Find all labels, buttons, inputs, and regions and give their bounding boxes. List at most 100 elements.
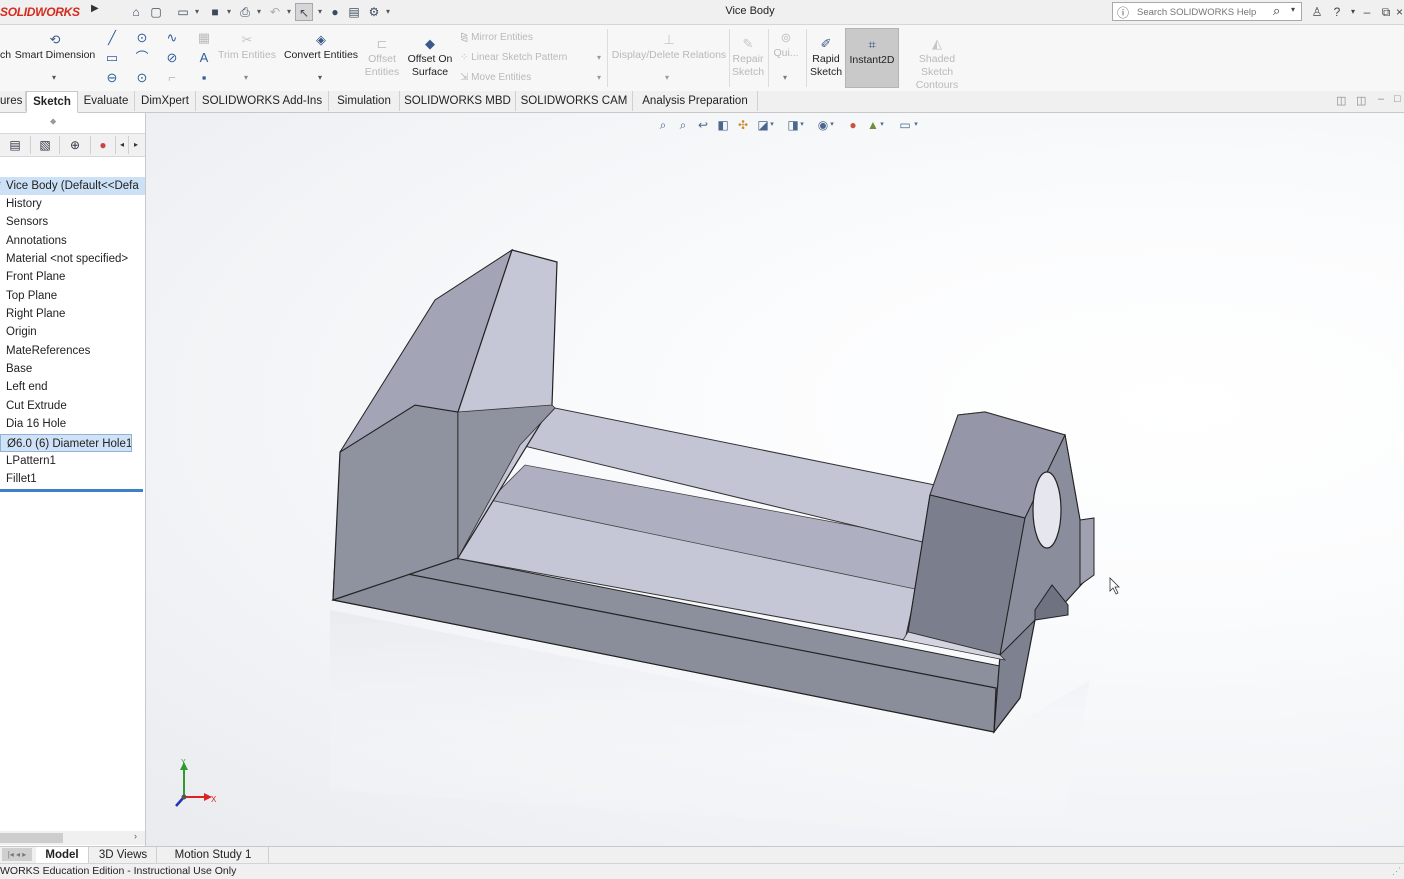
tree-item-origin[interactable]: ,Origin <box>0 323 145 341</box>
tree-item-sensors[interactable]: )Sensors <box>0 213 145 231</box>
options-dropdown-icon[interactable]: ▾ <box>383 3 393 21</box>
configuration-manager-icon[interactable]: ⊕ <box>60 136 91 154</box>
options-gear-icon[interactable]: ⚙ <box>365 3 383 21</box>
menu-expand-arrow-icon[interactable]: ▶ <box>91 3 101 21</box>
new-document-icon[interactable]: ▢ <box>147 3 165 21</box>
mirror-entities-button[interactable]: ⧎ Mirror Entities <box>460 32 533 43</box>
tree-item-cut-extrude[interactable]: ▏Cut Extrude <box>0 397 145 415</box>
tab-dimxpert[interactable]: DimXpert <box>135 91 196 111</box>
open-folder-icon[interactable]: ▭ <box>174 3 192 21</box>
close-window-icon[interactable]: × <box>1395 3 1404 21</box>
tree-item-material[interactable]: ▏Material <not specified> <box>0 250 145 268</box>
tab-3d-views[interactable]: 3D Views <box>90 847 157 863</box>
arc-icon[interactable]: ⌒ <box>134 50 150 66</box>
smart-dimension-dropdown-icon[interactable]: ▾ <box>52 73 56 82</box>
tab-solidworks-cam[interactable]: SOLIDWORKS CAM <box>516 91 633 111</box>
tree-item-root[interactable]: * Vice Body (Default<<Defa <box>0 177 145 195</box>
offset-on-surface-button[interactable]: ◆ Offset On Surface <box>404 37 456 79</box>
search-icon[interactable]: ⌕ <box>1273 3 1280 19</box>
tree-item-left-end[interactable]: )Left end <box>0 378 145 396</box>
tab-analysis-preparation[interactable]: Analysis Preparation <box>633 91 758 111</box>
relations-dropdown-icon[interactable]: ▾ <box>665 73 669 82</box>
help-search-input[interactable] <box>1135 4 1279 21</box>
rectangle-icon[interactable]: ▭ <box>104 50 120 66</box>
slot-icon[interactable]: ⊖ <box>104 70 120 86</box>
save-icon[interactable]: ■ <box>206 3 224 21</box>
tree-item-dia-16-hole[interactable]: ▏Dia 16 Hole <box>0 415 145 433</box>
print-icon[interactable]: ⎙ <box>236 3 254 21</box>
property-manager-icon[interactable]: ▧ <box>31 136 60 154</box>
doc-minimize-icon[interactable]: – <box>1378 93 1384 105</box>
tile-horizontal-icon[interactable]: ◫ <box>1336 94 1346 107</box>
linear-sketch-pattern-button[interactable]: ⁘ Linear Sketch Pattern <box>460 52 567 63</box>
tab-simulation[interactable]: Simulation <box>329 91 400 111</box>
surface-spline-icon[interactable]: ▦ <box>196 30 212 46</box>
shaded-sketch-contours-button[interactable]: ◭ Shaded Sketch Contours <box>902 37 972 92</box>
tree-item-front-plane[interactable]: Front Plane <box>0 268 145 286</box>
feature-tree-icon[interactable]: ▤ <box>0 136 31 154</box>
file-properties-icon[interactable]: ▤ <box>345 3 363 21</box>
search-dropdown-icon[interactable]: ▾ <box>1291 5 1295 14</box>
panel-scroll-right-icon[interactable]: ▸ <box>130 136 142 154</box>
move-entities-button[interactable]: ⇲ Move Entities <box>460 72 531 83</box>
print-dropdown-icon[interactable]: ▾ <box>254 3 264 21</box>
scroll-right-icon[interactable]: › <box>134 831 137 841</box>
smart-dimension-button[interactable]: ⟲ Smart Dimension <box>12 33 98 62</box>
tree-item-lpattern1[interactable]: ▏LPattern1 <box>0 452 145 470</box>
panel-horizontal-scrollbar[interactable]: › <box>0 831 145 845</box>
tab-solidworks-mbd[interactable]: SOLIDWORKS MBD <box>400 91 516 111</box>
display-delete-relations-button[interactable]: ⊥ Display/Delete Relations <box>610 33 728 62</box>
graphics-area[interactable]: ⌕ ⌕ ↩ ◧ ✣ ◪ ▾ ◨ ▾ ◉ ▾ ● ▲ ▾ ▭ ▾ <box>146 113 1404 846</box>
tree-item-history[interactable]: )History <box>0 195 145 213</box>
centerline-icon[interactable]: ⌐ <box>164 70 180 86</box>
quick-snaps-dropdown-icon[interactable]: ▾ <box>783 73 787 82</box>
fillet-sketch-icon[interactable]: ⊙ <box>134 70 150 86</box>
tree-item-top-plane[interactable]: Top Plane <box>0 287 145 305</box>
circle-icon[interactable]: ⊙ <box>134 30 150 46</box>
tab-sketch[interactable]: Sketch <box>26 91 78 113</box>
user-icon[interactable]: ♙ <box>1308 3 1326 21</box>
save-dropdown-icon[interactable]: ▾ <box>224 3 234 21</box>
tab-evaluate[interactable]: Evaluate <box>78 91 135 111</box>
help-search-box[interactable]: ⓘ ⌕ ▾ <box>1112 2 1302 21</box>
undo-icon[interactable]: ↶ <box>266 3 284 21</box>
tab-solidworks-add-ins[interactable]: SOLIDWORKS Add-Ins <box>196 91 329 111</box>
doc-restore-icon[interactable]: □ <box>1394 93 1401 105</box>
tree-item-right-plane[interactable]: Right Plane <box>0 305 145 323</box>
quick-snaps-button[interactable]: ⊚ Qui... <box>770 31 802 60</box>
tab-motion-study-1[interactable]: Motion Study 1 <box>158 847 269 863</box>
tab-model[interactable]: Model <box>36 847 89 863</box>
trim-dropdown-icon[interactable]: ▾ <box>244 73 248 82</box>
tree-item-base[interactable]: )Base <box>0 360 145 378</box>
tree-item-annotations[interactable]: )Annotations <box>0 232 145 250</box>
point-icon[interactable]: ▪ <box>196 70 212 86</box>
rapid-sketch-button[interactable]: ✐ Rapid Sketch <box>808 37 844 79</box>
convert-entities-button[interactable]: ◈ Convert Entities <box>282 33 360 62</box>
vice-body-model[interactable]: Y X <box>146 113 1404 846</box>
tree-item-diameter-hole1[interactable]: ▏Ø6.0 (6) Diameter Hole1 <box>0 434 132 452</box>
select-dropdown-icon[interactable]: ▾ <box>315 3 325 21</box>
tab-features[interactable]: ures <box>0 91 26 111</box>
repair-sketch-button[interactable]: ✎ Repair Sketch <box>731 37 765 79</box>
appearance-icon[interactable]: ● <box>91 136 116 154</box>
pattern-dropdown-icon[interactable]: ▾ <box>597 53 601 62</box>
traffic-light-icon[interactable]: ● <box>326 3 344 21</box>
tile-vertical-icon[interactable]: ◫ <box>1356 94 1366 107</box>
home-icon[interactable]: ⌂ <box>127 3 145 21</box>
trim-entities-button[interactable]: ✂ Trim Entities <box>214 33 280 62</box>
solidworks-logo[interactable]: SOLIDWORKS <box>0 5 80 21</box>
open-dropdown-icon[interactable]: ▾ <box>192 3 202 21</box>
offset-entities-button[interactable]: ⊏ Offset Entities <box>362 37 402 79</box>
line-icon[interactable]: ╱ <box>104 30 120 46</box>
tree-item-matereferences[interactable]: )MateReferences <box>0 342 145 360</box>
rollback-bar[interactable] <box>0 489 143 492</box>
undo-dropdown-icon[interactable]: ▾ <box>284 3 294 21</box>
tab-scroll-buttons[interactable]: |◂ ◂ ▸ <box>2 848 32 861</box>
tree-item-fillet1[interactable]: ▏Fillet1 <box>0 470 145 488</box>
panel-scroll-left-icon[interactable]: ◂ <box>116 136 129 154</box>
minimize-window-icon[interactable]: – <box>1358 3 1376 21</box>
instant2d-button[interactable]: ⌗ Instant2D <box>845 28 899 88</box>
scrollbar-thumb[interactable] <box>0 833 63 843</box>
sketch-button-partial[interactable]: ch <box>0 49 10 62</box>
resize-grip-icon[interactable]: ⋰ <box>1392 864 1401 879</box>
